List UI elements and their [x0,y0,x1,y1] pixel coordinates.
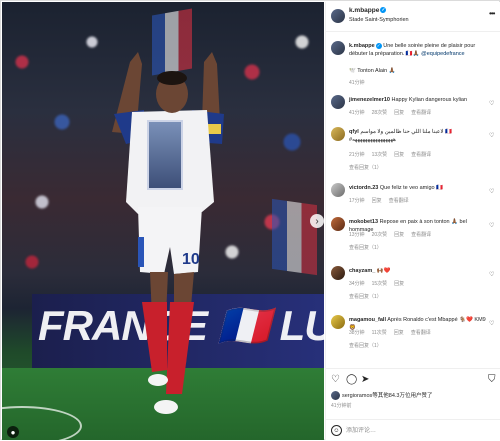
comment-input[interactable] [346,424,491,437]
share-icon[interactable]: ➤ [361,375,369,385]
translate-button[interactable]: 查看翻译 [411,110,431,116]
reply-button[interactable]: 回复 [394,110,404,116]
comment-text: victordn.23 Que feliz te veo amigo 🇫🇷 [349,184,487,192]
comment-username[interactable]: magamou_fall [349,317,386,323]
avatar[interactable] [331,391,340,401]
comment-meta: 41分钟 28次赞 回复 查看翻译 [349,109,438,116]
view-replies-button[interactable]: 查看回复（1） [349,244,382,251]
reply-button[interactable]: 回复 [394,152,404,158]
reply-button[interactable]: 回复 [372,198,382,204]
avatar[interactable] [331,315,345,329]
comment-body: Que feliz te veo amigo 🇫🇷 [379,185,443,191]
comment-time: 17分钟 [349,198,365,204]
emoji-icon[interactable]: ☺ [331,425,342,436]
comment-likes[interactable]: 20次赞 [372,232,388,238]
comment-username[interactable]: qfyl [349,129,359,135]
likes-text[interactable]: sergioramos等其他84.3万位用户赞了 [342,393,432,399]
avatar[interactable] [331,95,345,109]
comment-meta: 38分钟 11次赞 回复 查看翻译 [349,329,438,336]
verified-badge-icon: ✓ [375,42,382,49]
comment-body: 🙌🏾❤️ [376,268,391,274]
comment-time: 21分钟 [349,152,365,158]
comment-likes[interactable]: 11次赞 [372,330,387,336]
avatar[interactable] [331,217,345,231]
avatar[interactable] [331,183,345,197]
comment-meta: 21分钟 13次赞 回复 查看翻译 [349,151,438,158]
likes-summary[interactable]: sergioramos等其他84.3万位用户赞了 [331,391,432,401]
avatar[interactable] [331,9,345,23]
comment-time: 13分钟 [349,232,365,238]
view-replies-button[interactable]: 查看回复（1） [349,293,382,300]
heart-icon[interactable]: ♡ [489,320,494,327]
bookmark-icon[interactable]: ⛉ [488,375,496,385]
comment-likes[interactable]: 15次赞 [372,281,388,287]
post-photo[interactable]: FRANCE 🇫🇷 LUXEMBOURG 10 [2,2,324,440]
comment-text: jimenezelmer10 Happy Kylian dangerous ky… [349,96,487,104]
jersey-number: 10 [182,251,200,268]
caption-extra: 🕊️ Tonton Alain 🙏🏾 [349,68,396,74]
caption-tag-link[interactable]: @equipedefrance [421,51,465,57]
heart-icon[interactable]: ♡ [331,375,340,385]
verified-badge-icon: ✓ [380,7,387,14]
post-time: 41分钟前 [331,403,352,409]
comments-scroll-area[interactable]: k.mbappe ✓ Une belle soirée pleine de pla… [326,33,500,368]
post-side-panel: k.mbappe ✓ Stade Saint-Symphorien ••• k.m… [325,2,500,440]
comment-meta: 13分钟 20次赞 回复 查看翻译 [349,231,438,238]
heart-icon[interactable]: ♡ [489,188,494,195]
avatar[interactable] [331,266,345,280]
comment-meta: 34分钟 15次赞 回复 [349,280,411,287]
comment-text: chayzam_ 🙌🏾❤️ [349,267,487,275]
reply-button[interactable]: 回复 [394,232,404,238]
avatar[interactable] [331,127,345,141]
shirt-portrait-print [147,120,183,190]
post-username[interactable]: k.mbappe ✓ [349,7,387,14]
person-icon[interactable]: ● [7,426,19,438]
view-replies-button[interactable]: 查看回复（1） [349,164,382,171]
comment-composer: ☺ [326,419,500,441]
heart-icon[interactable]: ♡ [489,132,494,139]
post-location[interactable]: Stade Saint-Symphorien [349,17,409,23]
heart-icon[interactable]: ♡ [489,100,494,107]
username-text[interactable]: k.mbappe [349,7,379,14]
comment-likes[interactable]: 13次赞 [372,152,388,158]
comment-meta: 17分钟 回复 查看翻译 [349,197,416,204]
comment-time: 34分钟 [349,281,365,287]
comment-time: 38分钟 [349,330,365,336]
comment-username[interactable]: victordn.23 [349,185,378,191]
reply-button[interactable]: 回复 [394,330,404,336]
translate-button[interactable]: 查看翻译 [411,152,431,158]
post-frame: FRANCE 🇫🇷 LUXEMBOURG 10 [0,0,500,440]
reply-button[interactable]: 回复 [394,281,404,287]
comment-username[interactable]: mokobet13 [349,219,378,225]
avatar[interactable] [331,41,345,55]
heart-icon[interactable]: ♡ [489,222,494,229]
comment-time: 41分钟 [349,110,365,116]
comment-likes[interactable]: 28次赞 [372,110,388,116]
caption-username[interactable]: k.mbappe [349,43,375,49]
chevron-right-icon[interactable]: › [310,214,324,228]
caption-time: 41分钟 [349,80,365,86]
caption-text: k.mbappe ✓ Une belle soirée pleine de pla… [349,42,494,58]
post-header: k.mbappe ✓ Stade Saint-Symphorien ••• [326,2,500,32]
translate-button[interactable]: 查看翻译 [411,232,431,238]
more-icon[interactable]: ••• [489,9,495,18]
comment-username[interactable]: jimenezelmer10 [349,97,390,103]
translate-button[interactable]: 查看翻译 [411,330,431,336]
action-bar: ♡ ◯ ➤ ⛉ sergioramos等其他84.3万位用户赞了 41分钟前 ☺ [326,368,500,440]
translate-button[interactable]: 查看翻译 [389,198,409,204]
comment-text: qfyl لاعبنا ملنا اللي حنا ظالمين ولا موا… [349,128,487,144]
player-figure: 10 [112,52,224,414]
comment-body: لاعبنا ملنا اللي حنا ظالمين ولا مواسم 🇫🇷… [349,129,452,143]
comment-username[interactable]: chayzam_ [349,268,375,274]
view-replies-button[interactable]: 查看回复（1） [349,342,382,349]
heart-icon[interactable]: ♡ [489,271,494,278]
comment-icon[interactable]: ◯ [346,375,357,385]
comment-body: Happy Kylian dangerous kylian [391,97,468,103]
